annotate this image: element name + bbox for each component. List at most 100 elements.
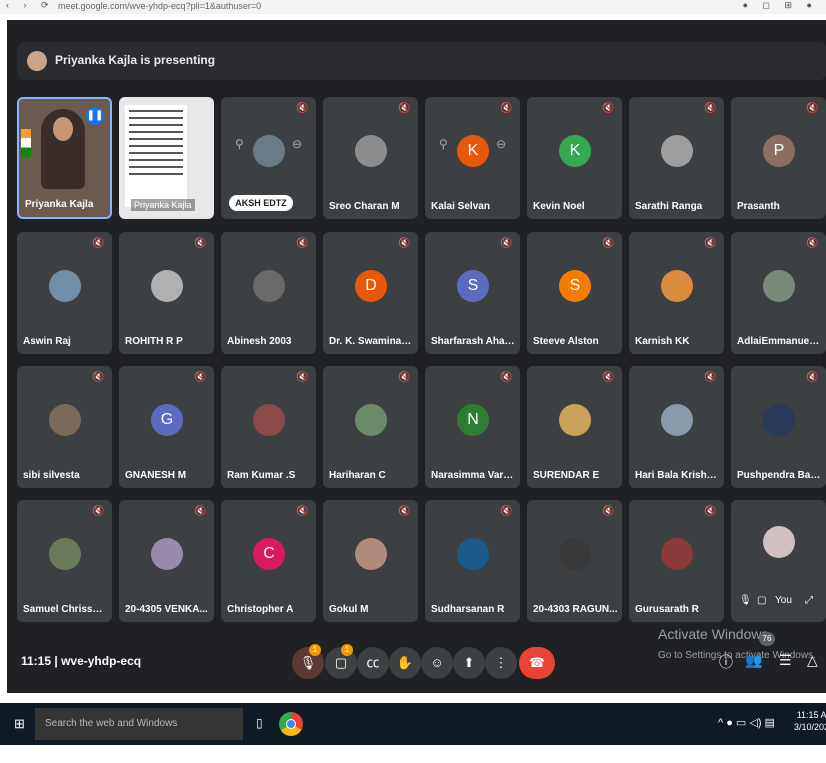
participant-tile[interactable]: 🔇 20-4305 VENKA... [119, 500, 214, 622]
meeting-time: 11:15 [21, 654, 52, 668]
participant-tile[interactable]: 🔇 Pushpendra Banj... [731, 366, 826, 488]
participant-tile[interactable]: 🔇 D Dr. K. Swaminath... [323, 232, 418, 354]
participant-avatar [763, 404, 795, 436]
participant-tile[interactable]: 🔇 AdlaiEmmanuel ... [731, 232, 826, 354]
info-icon[interactable]: ⓘ [719, 652, 733, 672]
camera-badge: 1 [341, 644, 353, 656]
participant-name: SURENDAR E [533, 470, 600, 481]
meeting-info: 11:15 | wve-yhdp-ecq [21, 654, 142, 668]
participant-tile[interactable]: 🔇 sibi silvesta [17, 366, 112, 488]
participant-tile[interactable]: 🔇 ROHITH R P [119, 232, 214, 354]
participant-name: AdlaiEmmanuel ... [737, 336, 822, 347]
participant-avatar [559, 404, 591, 436]
participant-avatar: D [355, 270, 387, 302]
participant-tile[interactable]: 🔇 S Sharfarash Aham... [425, 232, 520, 354]
mic-muted-icon: 🔇 [296, 372, 309, 383]
emoji-button[interactable]: ☺ [421, 647, 453, 679]
mic-muted-icon: 🔇 [194, 372, 207, 383]
pin-icon[interactable]: ⚲ [235, 137, 244, 151]
windows-start-icon[interactable]: ⊞ [14, 717, 28, 731]
mic-muted-icon: 🔇 [296, 238, 309, 249]
participant-avatar [253, 135, 285, 167]
chat-icon[interactable]: ☰ [779, 652, 792, 669]
participant-name: 20-4303 RAGUN... [533, 604, 618, 615]
browser-actions-icon[interactable]: ● ◻ ⊞ ● [743, 0, 818, 11]
participant-tile[interactable]: 🔇 N Narasimma Varm... [425, 366, 520, 488]
participant-tile[interactable]: 🔇 P Prasanth [731, 97, 826, 219]
participant-avatar: C [253, 538, 285, 570]
speaker-face [53, 117, 73, 141]
participant-tile[interactable]: 🔇 K Kevin Noel [527, 97, 622, 219]
presentation-tile[interactable]: Priyanka Kajla [119, 97, 214, 219]
participant-tile[interactable]: 🔇 Gurusarath R [629, 500, 724, 622]
mic-muted-icon: 🔇 [704, 103, 717, 114]
mic-muted-icon: 🔇 [92, 238, 105, 249]
participant-name: Priyanka Kajla [25, 199, 94, 210]
activities-icon[interactable]: △ [807, 652, 818, 669]
participant-avatar [661, 270, 693, 302]
participant-avatar [151, 270, 183, 302]
participant-tile[interactable]: 🔇 ⚲ ⊖ AKSH EDTZ [221, 97, 316, 219]
taskbar-search[interactable]: Search the web and Windows [35, 708, 243, 740]
self-label: You [775, 595, 792, 606]
participant-tile[interactable]: 🔇 Hariharan C [323, 366, 418, 488]
nav-arrows-icon[interactable]: ‹ › ⟳ [6, 0, 55, 11]
camera-icon[interactable]: ▢ [757, 595, 766, 606]
participant-tile[interactable]: 🔇 Hari Bala Krishnan [629, 366, 724, 488]
mic-muted-icon: 🔇 [500, 103, 513, 114]
expand-icon[interactable]: ⤢ [805, 595, 813, 606]
participant-tile[interactable]: 🔇 Ram Kumar .S [221, 366, 316, 488]
mic-muted-icon: 🔇 [296, 506, 309, 517]
more-options-button[interactable]: ⋮ [485, 647, 517, 679]
taskbar-clock[interactable]: 11:15 AM 3/10/2023 [794, 709, 826, 733]
mic-badge: 1 [309, 644, 321, 656]
mic-muted-icon: 🔇 [92, 506, 105, 517]
participant-tile[interactable]: 🔇 Gokul M [323, 500, 418, 622]
participant-tile[interactable]: 🔇 Sarathi Ranga [629, 97, 724, 219]
remove-icon[interactable]: ⊖ [292, 137, 302, 151]
participant-avatar: G [151, 404, 183, 436]
people-count: 76 [759, 632, 775, 646]
participant-tile[interactable]: 🔇 C Christopher A [221, 500, 316, 622]
mic-muted-icon: 🔇 [398, 103, 411, 114]
present-button[interactable]: ⬆ [453, 647, 485, 679]
meet-window: Priyanka Kajla is presenting ❚❚ Priyanka … [7, 20, 826, 693]
participant-tile[interactable]: 🔇 SURENDAR E [527, 366, 622, 488]
participant-name: Gokul M [329, 604, 369, 615]
participant-tile[interactable]: 🔇 S Steeve Alston [527, 232, 622, 354]
participant-tile[interactable]: 🔇 Karnish KK [629, 232, 724, 354]
participant-avatar [355, 135, 387, 167]
speaker-tile[interactable]: ❚❚ Priyanka Kajla [17, 97, 112, 219]
task-view-icon[interactable]: ▯ [256, 716, 263, 730]
participant-tile[interactable]: 🔇 Aswin Raj [17, 232, 112, 354]
chrome-icon[interactable] [279, 712, 303, 736]
participant-avatar [661, 404, 693, 436]
raise-hand-button[interactable]: ✋ [389, 647, 421, 679]
captions-button[interactable]: ㏄ [357, 647, 389, 679]
mic-muted-icon: 🔇 [602, 238, 615, 249]
remove-icon[interactable]: ⊖ [496, 137, 506, 151]
mic-off-icon[interactable]: 🎙 [739, 595, 752, 606]
watermark-title: Activate Windows [658, 626, 769, 642]
people-icon[interactable]: 👥 [745, 652, 762, 669]
participant-tile[interactable]: 🔇 Samuel Chrisson... [17, 500, 112, 622]
mic-muted-icon: 🔇 [398, 372, 411, 383]
mic-muted-icon: 🔇 [194, 238, 207, 249]
participant-tile[interactable]: 🔇 Sudharsanan R [425, 500, 520, 622]
participant-tile[interactable]: 🔇 G GNANESH M [119, 366, 214, 488]
participant-name: ROHITH R P [125, 336, 183, 347]
participant-tile[interactable]: 🔇 Sreo Charan M [323, 97, 418, 219]
self-view-controls[interactable]: 🎙 ▢ You ⤢ [733, 586, 823, 616]
leave-call-button[interactable]: ☎ [519, 647, 555, 679]
participant-tile[interactable]: 🔇 Abinesh 2003 [221, 232, 316, 354]
participant-tile[interactable]: 🔇 K ⚲ ⊖ Kalai Selvan [425, 97, 520, 219]
participant-tile[interactable]: 🔇 20-4303 RAGUN... [527, 500, 622, 622]
participant-name: Abinesh 2003 [227, 336, 292, 347]
participant-avatar: P [763, 135, 795, 167]
participant-avatar [355, 404, 387, 436]
participant-avatar [763, 526, 795, 558]
address-bar[interactable]: meet.google.com/wve-yhdp-ecq?pli=1&authu… [58, 1, 261, 11]
pin-icon[interactable]: ⚲ [439, 137, 448, 151]
meeting-toolbar: 11:15 | wve-yhdp-ecq 🎙 1 ▢ 1 ㏄ ✋ ☺ ⬆ ⋮ ☎… [7, 626, 826, 693]
system-tray-icons[interactable]: ^ ● ▭ ◁) ▤ [718, 716, 775, 729]
